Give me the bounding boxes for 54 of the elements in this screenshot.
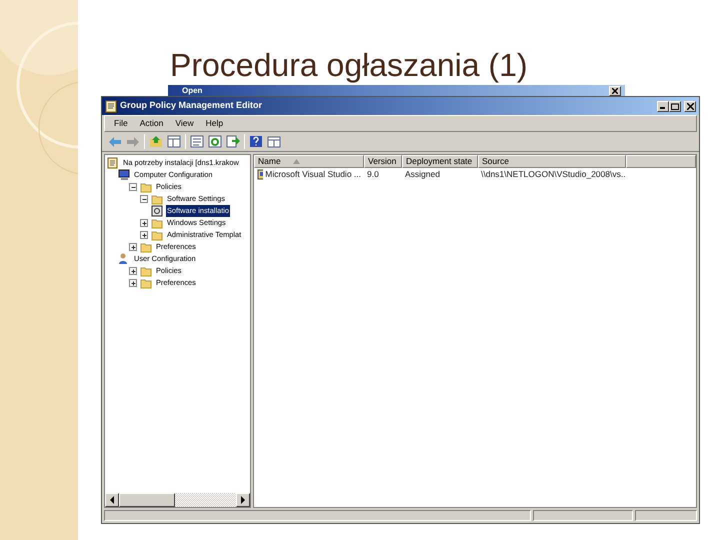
folder-icon — [140, 241, 152, 253]
menu-item[interactable]: File — [109, 117, 133, 130]
folder-icon — [140, 265, 152, 277]
help-icon[interactable] — [249, 135, 263, 148]
close-button[interactable] — [684, 100, 696, 112]
window-title: Group Policy Management Editor — [120, 99, 264, 112]
horizontal-scrollbar[interactable] — [105, 493, 250, 507]
computer-icon — [118, 169, 130, 181]
expand-icon[interactable] — [129, 267, 137, 275]
folder-icon — [151, 229, 163, 241]
column-header[interactable]: Version — [364, 155, 402, 168]
properties-icon[interactable] — [190, 135, 204, 148]
user-icon — [118, 253, 130, 265]
package-icon — [257, 169, 264, 180]
list-item[interactable]: Microsoft Visual Studio ... — [265, 168, 361, 181]
folder-icon — [151, 193, 163, 205]
table-cell: \\dns1\NETLOGON\VStudio_2008\vs... — [481, 168, 626, 181]
column-label: Name — [258, 155, 281, 168]
close-button[interactable] — [609, 86, 621, 96]
collapse-icon[interactable] — [129, 183, 137, 191]
window-title: Open — [182, 85, 202, 97]
table-cell: 9.0 — [367, 168, 379, 181]
export-icon[interactable] — [226, 135, 240, 148]
column-label: Version — [368, 155, 396, 168]
minimize-button[interactable] — [657, 100, 669, 112]
left-arrow-icon — [109, 496, 115, 504]
column-header[interactable]: Name — [254, 155, 364, 168]
collapse-icon[interactable] — [140, 195, 148, 203]
slide-title: Procedura ogłaszania (1) — [170, 46, 529, 85]
policy-icon — [105, 100, 117, 112]
refresh-icon[interactable] — [208, 135, 222, 148]
scroll-thumb[interactable] — [119, 493, 175, 507]
folder-icon — [151, 217, 163, 229]
folder-icon — [140, 277, 152, 289]
scroll-right-button[interactable] — [236, 493, 250, 507]
menu-item[interactable]: Help — [200, 117, 228, 130]
menu-item[interactable]: Action — [134, 117, 168, 130]
expand-icon[interactable] — [129, 243, 137, 251]
view-icon[interactable] — [267, 135, 281, 148]
expand-icon[interactable] — [129, 279, 137, 287]
right-arrow-icon — [240, 496, 246, 504]
column-label: Source — [482, 155, 509, 168]
scroll-left-button[interactable] — [105, 493, 119, 507]
column-header[interactable]: Source — [478, 155, 626, 168]
package-icon — [151, 205, 163, 217]
table-cell: Assigned — [405, 168, 440, 181]
expand-icon[interactable] — [140, 231, 148, 239]
maximize-button[interactable] — [669, 100, 681, 112]
folder-icon — [140, 181, 152, 193]
sort-arrow-icon — [292, 159, 300, 164]
policy-icon — [107, 157, 119, 169]
expand-icon[interactable] — [140, 219, 148, 227]
menu-item[interactable]: View — [170, 117, 199, 130]
console-tree-icon[interactable] — [167, 135, 181, 148]
